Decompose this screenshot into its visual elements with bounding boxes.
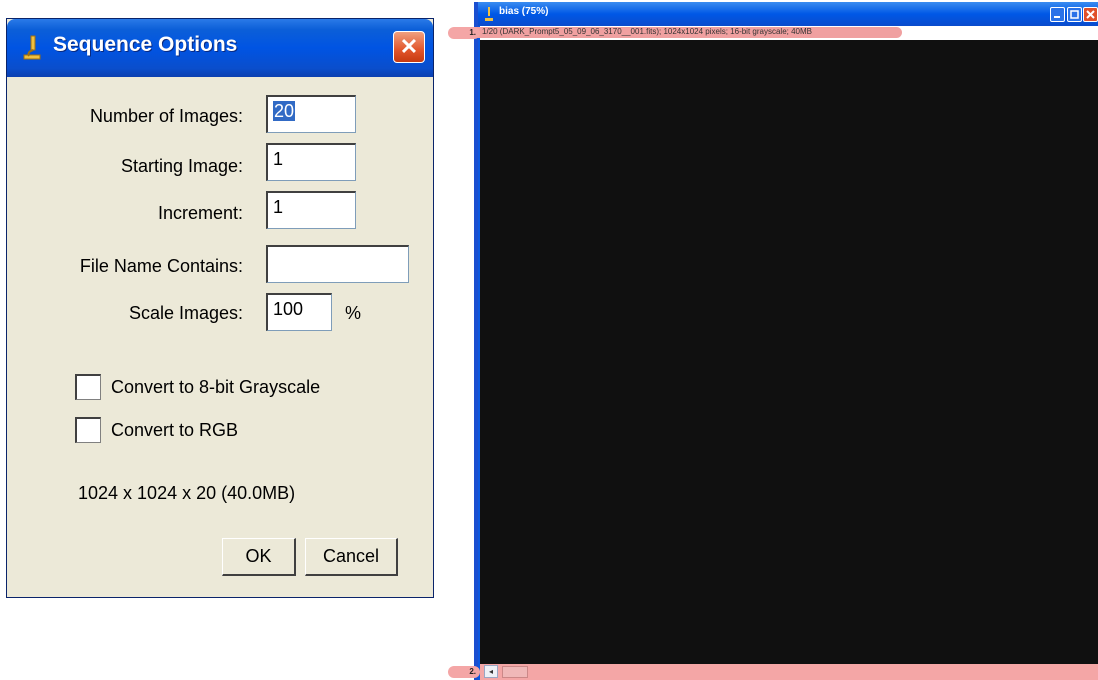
sequence-options-dialog: Sequence Options ✕ Number of Images: 20 …: [6, 18, 434, 598]
convert-rgb-label: Convert to RGB: [111, 420, 239, 440]
file-name-contains-input[interactable]: [266, 245, 409, 283]
file-name-contains-label: File Name Contains:: [79, 256, 243, 276]
image-info-bar: 1/20 (DARK_Prompt5_05_09_06_3170__001.fi…: [450, 26, 1098, 40]
convert-rgb-checkbox[interactable]: [75, 417, 101, 443]
number-of-images-label: Number of Images:: [89, 106, 243, 126]
convert-8bit-label: Convert to 8-bit Grayscale: [111, 377, 321, 397]
scale-images-label: Scale Images:: [128, 303, 243, 323]
image-window: bias (75%) 1/20 (DARK_Prompt5_05_09_06_3…: [450, 2, 1098, 680]
scale-percent-sign: %: [345, 303, 362, 323]
cancel-button[interactable]: Cancel: [305, 538, 398, 576]
number-of-images-input[interactable]: 20: [266, 95, 356, 133]
marker-2: 2.: [448, 666, 480, 678]
microscope-icon: [485, 7, 493, 21]
increment-input[interactable]: 1: [266, 191, 356, 229]
image-window-title: bias (75%): [499, 6, 549, 17]
close-icon[interactable]: [1083, 7, 1098, 22]
starting-image-label: Starting Image:: [120, 156, 243, 176]
image-canvas[interactable]: [480, 40, 1098, 664]
horizontal-scrollbar[interactable]: ◂: [480, 664, 1098, 680]
close-button[interactable]: ✕: [393, 31, 425, 63]
maximize-icon[interactable]: [1067, 7, 1082, 22]
microscope-icon: [23, 35, 41, 60]
scale-images-input[interactable]: 100: [266, 293, 332, 331]
scroll-thumb[interactable]: [502, 666, 528, 678]
marker-1: 1.: [448, 27, 480, 39]
ok-button[interactable]: OK: [222, 538, 296, 576]
scroll-left-arrow-icon[interactable]: ◂: [484, 665, 498, 678]
minimize-icon[interactable]: [1050, 7, 1065, 22]
stack-size-info: 1024 x 1024 x 20 (40.0MB): [78, 483, 296, 503]
image-window-titlebar[interactable]: bias (75%): [478, 2, 1098, 26]
number-of-images-value: 20: [273, 101, 296, 121]
starting-image-input[interactable]: 1: [266, 143, 356, 181]
image-info-text: 1/20 (DARK_Prompt5_05_09_06_3170__001.fi…: [482, 27, 812, 36]
increment-label: Increment:: [157, 203, 243, 223]
dialog-titlebar[interactable]: Sequence Options ✕: [7, 19, 433, 77]
convert-8bit-checkbox[interactable]: [75, 374, 101, 400]
dialog-title: Sequence Options: [53, 33, 238, 56]
